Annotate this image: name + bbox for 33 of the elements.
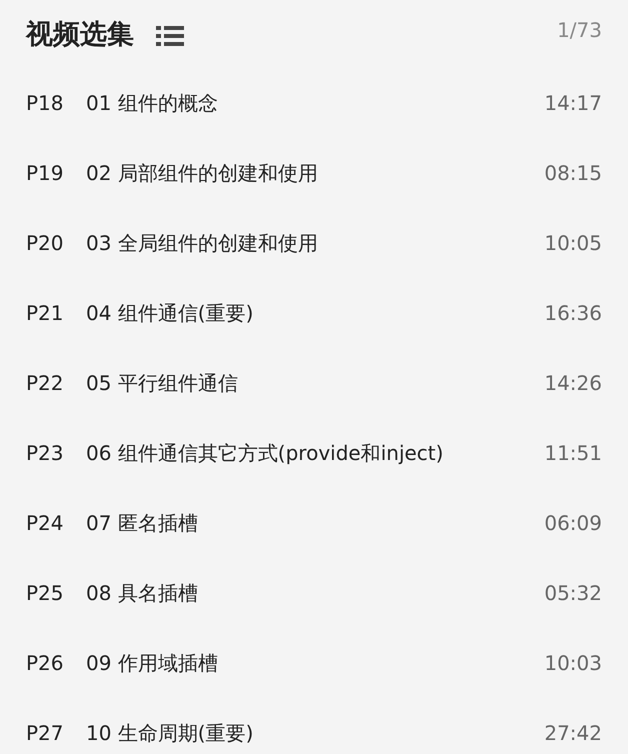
episode-duration: 16:36 bbox=[544, 301, 602, 325]
episode-title[interactable]: 06 组件通信其它方式(provide和inject) bbox=[86, 440, 544, 466]
episode-title[interactable]: 02 局部组件的创建和使用 bbox=[86, 160, 544, 186]
episode-title[interactable]: 08 具名插槽 bbox=[86, 580, 544, 606]
episode-part[interactable]: P22 bbox=[26, 371, 86, 395]
episode-title[interactable]: 10 生命周期(重要) bbox=[86, 720, 544, 746]
episode-count: 1/73 bbox=[557, 18, 602, 42]
section-title: 视频选集 bbox=[26, 18, 134, 52]
episode-title[interactable]: 01 组件的概念 bbox=[86, 90, 544, 116]
episode-part[interactable]: P20 bbox=[26, 231, 86, 255]
list-icon[interactable] bbox=[156, 25, 184, 47]
episode-part[interactable]: P24 bbox=[26, 511, 86, 535]
episode-duration: 14:17 bbox=[544, 91, 602, 115]
episode-part[interactable]: P25 bbox=[26, 581, 86, 605]
episode-duration: 10:05 bbox=[544, 231, 602, 255]
episode-part[interactable]: P18 bbox=[26, 91, 86, 115]
episode-title[interactable]: 03 全局组件的创建和使用 bbox=[86, 230, 544, 256]
episode-duration: 11:51 bbox=[544, 441, 602, 465]
episode-duration: 05:32 bbox=[544, 581, 602, 605]
episode-duration: 06:09 bbox=[544, 511, 602, 535]
episode-part[interactable]: P23 bbox=[26, 441, 86, 465]
episode-part[interactable]: P19 bbox=[26, 161, 86, 185]
episode-duration: 08:15 bbox=[544, 161, 602, 185]
episode-part[interactable]: P27 bbox=[26, 721, 86, 745]
episode-duration: 27:42 bbox=[544, 721, 602, 745]
episode-duration: 14:26 bbox=[544, 371, 602, 395]
episode-title[interactable]: 05 平行组件通信 bbox=[86, 370, 544, 396]
episode-part[interactable]: P21 bbox=[26, 301, 86, 325]
episode-title[interactable]: 04 组件通信(重要) bbox=[86, 300, 544, 326]
episode-part[interactable]: P26 bbox=[26, 651, 86, 675]
episode-title[interactable]: 09 作用域插槽 bbox=[86, 650, 544, 676]
episode-title[interactable]: 07 匿名插槽 bbox=[86, 510, 544, 536]
episode-duration: 10:03 bbox=[544, 651, 602, 675]
